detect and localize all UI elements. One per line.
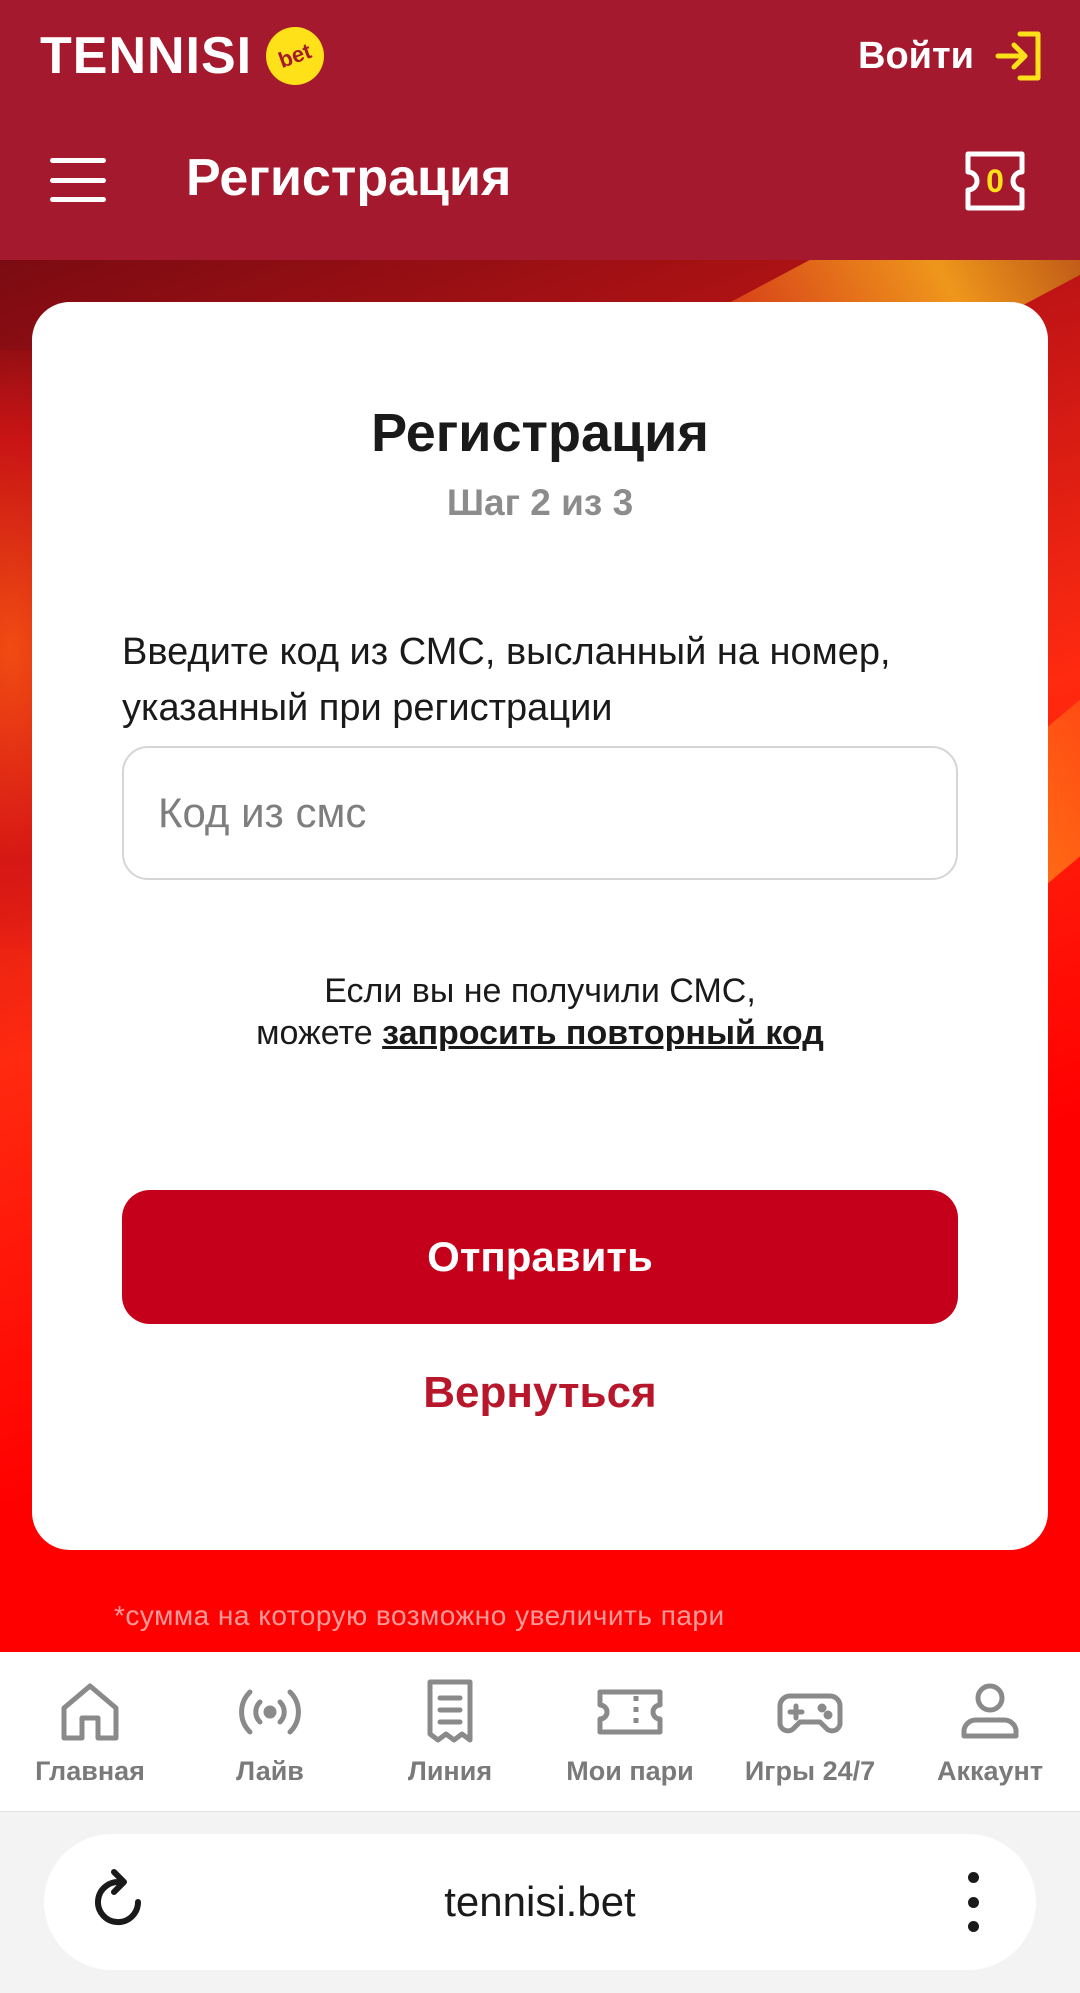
nav-label-home: Главная — [35, 1756, 145, 1786]
nav-item-home[interactable]: Главная — [0, 1652, 180, 1811]
resend-line2: можете запросить повторный код — [32, 1012, 1048, 1054]
resend-code-link[interactable]: запросить повторный код — [382, 1014, 824, 1052]
nav-label-games: Игры 24/7 — [744, 1756, 876, 1786]
logo-text: TENNISI — [40, 27, 253, 85]
logo-badge: bet — [257, 18, 333, 94]
nav-item-my-bets[interactable]: Мои пари — [540, 1652, 720, 1811]
broadcast-icon — [239, 1689, 301, 1735]
page-title: Регистрация — [186, 149, 512, 207]
sms-instruction: Введите код из СМС, высланный на номер, … — [122, 631, 891, 729]
resend-prefix: можете — [256, 1014, 373, 1052]
home-icon — [61, 1683, 119, 1741]
bottom-nav: Главная Лайв Линия Мои пари Игры 24/7 Ак… — [0, 1652, 1080, 1812]
submit-button[interactable]: Отправить — [122, 1190, 958, 1324]
app-header: TENNISI bet Войти Регистрация 0 — [0, 0, 1080, 260]
tennisi-logo[interactable]: TENNISI bet — [40, 18, 333, 94]
browser-address-bar: tennisi.bet — [44, 1834, 1036, 1970]
back-link[interactable]: Вернуться — [32, 1368, 1048, 1418]
nav-item-account[interactable]: Аккаунт — [900, 1652, 1080, 1811]
coupon-count: 0 — [986, 162, 1004, 199]
nav-label-line: Линия — [407, 1756, 493, 1786]
nav-label-my-bets: Мои пари — [566, 1756, 694, 1786]
hamburger-menu-icon[interactable] — [50, 158, 106, 202]
receipt-icon — [427, 1679, 473, 1743]
url-text[interactable]: tennisi.bet — [44, 1834, 1036, 1970]
nav-label-account: Аккаунт — [936, 1756, 1044, 1786]
user-icon — [961, 1683, 1019, 1739]
resend-line1: Если вы не получили СМС, — [324, 972, 756, 1010]
login-icon — [995, 31, 1041, 81]
resend-text: Если вы не получили СМС, можете запросит… — [32, 970, 1048, 1054]
ticket-icon — [597, 1689, 663, 1735]
nav-item-line[interactable]: Линия — [360, 1652, 540, 1811]
login-label: Войти — [858, 34, 974, 77]
registration-card: Регистрация Шаг 2 из 3 Введите код из СМ… — [32, 302, 1048, 1550]
nav-item-games[interactable]: Игры 24/7 — [720, 1652, 900, 1811]
nav-label-live: Лайв — [236, 1756, 304, 1786]
bet-slip-button[interactable]: 0 — [962, 148, 1028, 214]
card-title: Регистрация — [371, 403, 709, 463]
login-button[interactable]: Войти — [858, 28, 1044, 84]
banner-footnote: *сумма на которую возможно увеличить пар… — [114, 1600, 725, 1631]
step-indicator: Шаг 2 из 3 — [446, 482, 634, 523]
more-options-icon[interactable] — [966, 1872, 980, 1932]
gamepad-icon — [777, 1693, 843, 1734]
sms-code-input[interactable] — [122, 746, 958, 880]
nav-item-live[interactable]: Лайв — [180, 1652, 360, 1811]
